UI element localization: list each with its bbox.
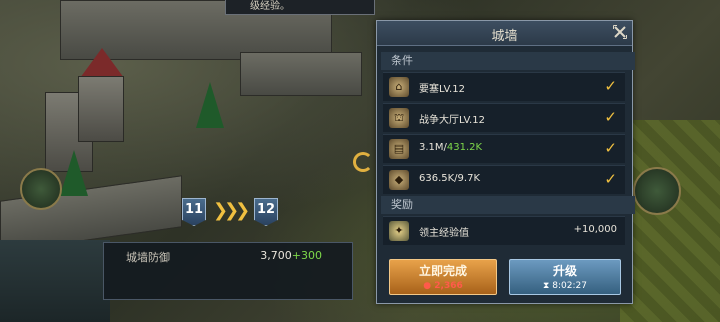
gold-cost-value: 2,366 — [434, 281, 463, 291]
resource-have: 3.1M — [419, 142, 444, 153]
left-building-badge[interactable] — [20, 168, 62, 210]
pine-tree — [60, 150, 88, 196]
wall-defense-bar: 城墙防御 3,700+300 — [103, 242, 353, 300]
upgrade-button[interactable]: 升级 ⧗ 8:02:27 — [509, 259, 621, 295]
wall-defense-value: 3,700+300 — [260, 249, 322, 262]
fortress-icon: ⌂ — [389, 77, 409, 97]
farm-building-badge[interactable] — [633, 167, 681, 215]
gold-cost: ● 2,366 — [390, 281, 496, 291]
castle-keep — [78, 76, 124, 142]
reward-row: ✦ 领主经验值 +10,000 — [383, 216, 625, 245]
castle-wall-right — [240, 52, 362, 96]
check-icon: ✓ — [604, 77, 617, 95]
requirement-row[interactable]: ⛫ 战争大厅LV.12 ✓ — [383, 103, 625, 132]
close-button[interactable] — [612, 24, 628, 40]
level-arrows-icon: ❯❯❯ — [213, 200, 250, 221]
top-notice-text: 级经验。 — [250, 1, 290, 12]
upgrade-panel: 城墙 条件 ⌂ 要塞LV.12 ✓ ⛫ 战争大厅LV.12 ✓ ▤ 3.1M/4… — [376, 20, 635, 304]
upgrade-time-value: 8:02:27 — [552, 281, 587, 291]
close-icon — [613, 25, 627, 39]
lord-xp-icon: ✦ — [389, 221, 409, 241]
ore-resource-icon: ◆ — [389, 170, 409, 190]
hourglass-icon: ⧗ — [543, 281, 550, 291]
requirement-row[interactable]: ◆ 636.5K/9.7K ✓ — [383, 165, 625, 194]
resource-need: 431.2K — [446, 142, 483, 153]
requirement-text: 战争大厅LV.12 — [419, 115, 485, 126]
top-notice: 级经验。 — [225, 0, 375, 15]
check-icon: ✓ — [604, 139, 617, 157]
loading-icon — [353, 152, 373, 172]
panel-title: 城墙 — [491, 29, 518, 44]
requirement-text: 要塞LV.12 — [419, 84, 465, 95]
farm-fields — [620, 120, 720, 322]
finish-now-button[interactable]: 立即完成 ● 2,366 — [389, 259, 497, 295]
check-icon: ✓ — [604, 170, 617, 188]
reward-label: 领主经验值 — [419, 228, 469, 239]
rewards-header: 奖励 — [381, 196, 635, 214]
gold-icon: ● — [423, 281, 432, 291]
harbor-water — [0, 240, 110, 322]
war-hall-icon: ⛫ — [389, 108, 409, 128]
conditions-header: 条件 — [381, 52, 635, 70]
requirement-text: 3.1M/431.2K — [419, 142, 483, 153]
panel-header: 城墙 — [377, 21, 632, 46]
requirement-text: 636.5K/9.7K — [419, 173, 481, 184]
requirement-row[interactable]: ⌂ 要塞LV.12 ✓ — [383, 72, 625, 101]
wall-defense-label: 城墙防御 — [126, 251, 170, 264]
tower-roof — [80, 48, 124, 78]
christmas-tree — [196, 82, 224, 128]
upgrade-time: ⧗ 8:02:27 — [510, 281, 620, 291]
finish-now-label: 立即完成 — [418, 264, 467, 278]
requirement-row[interactable]: ▤ 3.1M/431.2K ✓ — [383, 134, 625, 163]
check-icon: ✓ — [604, 108, 617, 126]
wood-resource-icon: ▤ — [389, 139, 409, 159]
wall-defense-bonus: +300 — [291, 249, 322, 262]
upgrade-label: 升级 — [552, 264, 577, 278]
wall-defense-number: 3,700 — [260, 249, 292, 262]
reward-amount: +10,000 — [573, 224, 617, 235]
